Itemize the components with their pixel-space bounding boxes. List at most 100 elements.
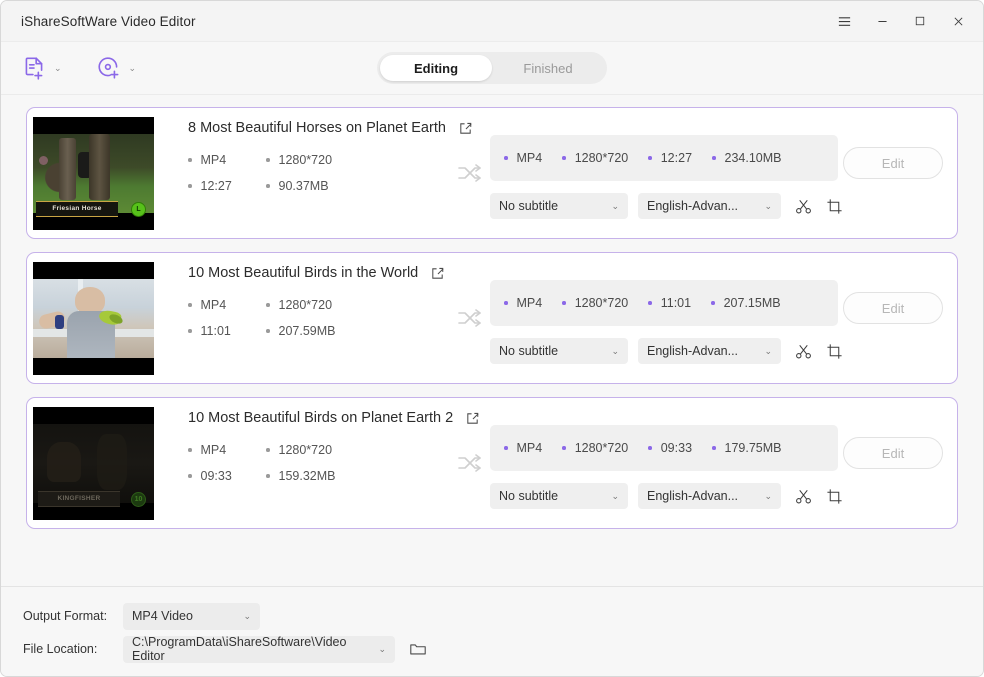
output-settings: MP4 1280*720 11:01 207.15MB No subtitle … [490,253,843,364]
thumbnail-image [33,278,154,358]
file-title: 10 Most Beautiful Birds in the World [188,265,419,281]
out-format: MP4 [504,151,542,165]
hamburger-menu-icon[interactable] [825,6,863,36]
subtitle-select-value: No subtitle [499,199,559,213]
thumbnail-caption-text: Friesian Horse [52,205,102,212]
out-duration: 11:01 [648,296,691,310]
source-meta: MP4 1280*720 12:27 90.37MB [188,153,454,193]
subtitle-select-value: No subtitle [499,489,559,503]
minimize-icon[interactable] [863,6,901,36]
video-thumbnail[interactable]: KINGFISHER 10 [33,406,154,520]
add-file-icon [21,55,47,81]
output-format-value: MP4 Video [132,609,193,623]
edit-button[interactable]: Edit [843,147,943,179]
source-meta: MP4 1280*720 11:01 207.59MB [188,298,454,338]
audio-select-value: English-Advan... [647,199,739,213]
out-size: 179.75MB [712,441,782,455]
out-format-value: MP4 [516,151,543,165]
maximize-icon[interactable] [901,6,939,36]
file-info: 8 Most Beautiful Horses on Planet Earth … [154,108,472,193]
folder-icon[interactable] [409,640,427,658]
file-location-select[interactable]: C:\ProgramData\iShareSoftware\Video Edit… [123,635,395,663]
file-list: Friesian Horse L 8 Most Beautiful Horses… [1,95,983,586]
edit-button[interactable]: Edit [843,292,943,324]
chevron-down-icon: ⌄ [764,490,772,501]
thumbnail-caption-text: KINGFISHER [57,495,101,502]
chevron-down-icon: ⌄ [378,643,386,654]
out-duration: 09:33 [648,441,692,455]
tab-finished[interactable]: Finished [492,55,604,81]
chevron-down-icon: ⌄ [243,610,251,621]
out-resolution-value: 1280*720 [574,151,629,165]
output-settings: MP4 1280*720 12:27 234.10MB No subtitle … [490,108,843,219]
out-resolution: 1280*720 [562,441,628,455]
app-title: iShareSoftWare Video Editor [21,13,196,29]
meta-size: 207.59MB [266,324,454,338]
meta-duration: 12:27 [188,179,266,193]
audio-select-value: English-Advan... [647,344,739,358]
out-resolution-value: 1280*720 [574,441,629,455]
out-resolution-value: 1280*720 [574,296,629,310]
out-size: 234.10MB [712,151,782,165]
file-card[interactable]: Friesian Horse L 8 Most Beautiful Horses… [26,107,958,239]
output-format-select[interactable]: MP4 Video ⌄ [123,602,260,630]
meta-duration-value: 12:27 [200,179,232,193]
audio-select[interactable]: English-Advan... ⌄ [638,483,781,509]
crop-icon[interactable] [826,198,843,215]
close-icon[interactable] [939,6,977,36]
meta-resolution: 1280*720 [266,298,454,312]
cut-icon[interactable] [795,198,812,215]
file-card[interactable]: 10 Most Beautiful Birds in the World MP4… [26,252,958,384]
file-title-row: 8 Most Beautiful Horses on Planet Earth [188,120,472,136]
subtitle-select[interactable]: No subtitle ⌄ [490,483,628,509]
rename-icon[interactable] [430,266,445,281]
file-info: 10 Most Beautiful Birds on Planet Earth … [154,398,479,483]
video-thumbnail[interactable] [33,261,154,375]
crop-icon[interactable] [826,343,843,360]
cut-icon[interactable] [795,488,812,505]
add-disc-button[interactable]: ⌄ [96,55,137,81]
subtitle-select[interactable]: No subtitle ⌄ [490,193,628,219]
add-file-caret-icon[interactable]: ⌄ [54,63,62,73]
out-size-value: 179.75MB [724,441,782,455]
meta-size-value: 90.37MB [278,179,329,193]
meta-format-value: MP4 [200,298,227,312]
tab-editing[interactable]: Editing [380,55,492,81]
video-thumbnail[interactable]: Friesian Horse L [33,116,154,230]
thumbnail-badge: L [131,201,146,217]
file-title-row: 10 Most Beautiful Birds on Planet Earth … [188,410,479,426]
output-format-row: Output Format: MP4 Video ⌄ [23,601,961,631]
out-duration-value: 09:33 [660,441,693,455]
rename-icon[interactable] [465,411,480,426]
crop-icon[interactable] [826,488,843,505]
track-controls: No subtitle ⌄ English-Advan... ⌄ [490,338,843,364]
chevron-down-icon: ⌄ [764,200,772,211]
output-format-label: Output Format: [23,609,108,623]
out-duration-value: 11:01 [660,296,692,310]
add-disc-caret-icon[interactable]: ⌄ [129,63,137,73]
file-location-row: File Location: C:\ProgramData\iShareSoft… [23,634,961,664]
chevron-down-icon: ⌄ [764,345,772,356]
add-file-button[interactable]: ⌄ [21,55,62,81]
output-settings: MP4 1280*720 09:33 179.75MB No subtitle … [490,398,843,509]
rename-icon[interactable] [458,121,473,136]
file-location-value: C:\ProgramData\iShareSoftware\Video Edit… [132,635,347,663]
add-disc-icon [96,55,122,81]
out-format-value: MP4 [516,441,543,455]
edit-button[interactable]: Edit [843,437,943,469]
audio-select[interactable]: English-Advan... ⌄ [638,338,781,364]
audio-select[interactable]: English-Advan... ⌄ [638,193,781,219]
subtitle-select[interactable]: No subtitle ⌄ [490,338,628,364]
cut-icon[interactable] [795,343,812,360]
meta-format: MP4 [188,153,266,167]
convert-arrows-icon [456,162,484,184]
chevron-down-icon: ⌄ [611,490,619,501]
title-bar: iShareSoftWare Video Editor [1,1,983,42]
file-card[interactable]: KINGFISHER 10 10 Most Beautiful Birds on… [26,397,958,529]
meta-duration: 11:01 [188,324,266,338]
file-title: 8 Most Beautiful Horses on Planet Earth [188,120,446,136]
chevron-down-icon: ⌄ [611,345,619,356]
chevron-down-icon: ⌄ [611,200,619,211]
meta-format: MP4 [188,298,266,312]
track-controls: No subtitle ⌄ English-Advan... ⌄ [490,193,843,219]
